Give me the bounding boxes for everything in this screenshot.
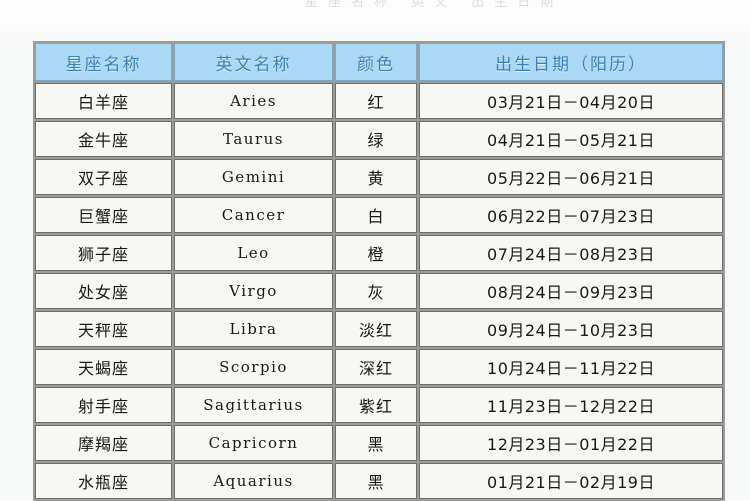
cell-zodiac-name: 白羊座 [35, 83, 172, 119]
cell-color: 淡红 [335, 311, 417, 347]
cell-english-name: Libra [174, 311, 333, 347]
cell-color: 橙 [335, 235, 417, 271]
cell-birth-date: 10月24日－11月22日 [419, 349, 723, 385]
cell-english-name: Capricorn [174, 425, 333, 461]
cell-color: 黑 [335, 463, 417, 499]
cell-zodiac-name: 水瓶座 [35, 463, 172, 499]
cell-english-name: Aries [174, 83, 333, 119]
cell-zodiac-name: 摩羯座 [35, 425, 172, 461]
table-body: 白羊座 Aries 红 03月21日－04月20日 金牛座 Taurus 绿 04月21日－0… [35, 83, 723, 499]
column-header-birth-date: 出生日期（阳历） [419, 43, 723, 81]
cell-birth-date: 05月22日－06月21日 [419, 159, 723, 195]
cell-zodiac-name: 射手座 [35, 387, 172, 423]
table-row: 双子座 Gemini 黄 05月22日－06月21日 [35, 159, 723, 195]
cell-zodiac-name: 巨蟹座 [35, 197, 172, 233]
cell-color: 紫红 [335, 387, 417, 423]
column-header-zodiac-name: 星座名称 [35, 43, 172, 81]
cell-birth-date: 04月21日－05月21日 [419, 121, 723, 157]
table-row: 射手座 Sagittarius 紫红 11月23日－12月22日 [35, 387, 723, 423]
cell-birth-date: 07月24日－08月23日 [419, 235, 723, 271]
cell-birth-date: 06月22日－07月23日 [419, 197, 723, 233]
cell-zodiac-name: 天蝎座 [35, 349, 172, 385]
table-row: 天蝎座 Scorpio 深红 10月24日－11月22日 [35, 349, 723, 385]
cell-zodiac-name: 处女座 [35, 273, 172, 309]
cell-zodiac-name: 双子座 [35, 159, 172, 195]
cell-color: 黄 [335, 159, 417, 195]
cell-color: 红 [335, 83, 417, 119]
cell-birth-date: 09月24日－10月23日 [419, 311, 723, 347]
table-row: 天秤座 Libra 淡红 09月24日－10月23日 [35, 311, 723, 347]
table-row: 白羊座 Aries 红 03月21日－04月20日 [35, 83, 723, 119]
cell-english-name: Leo [174, 235, 333, 271]
table-row: 巨蟹座 Cancer 白 06月22日－07月23日 [35, 197, 723, 233]
cell-english-name: Aquarius [174, 463, 333, 499]
cell-english-name: Sagittarius [174, 387, 333, 423]
clipped-row-artifact: 星座名称 英文 出生日期 [0, 0, 750, 10]
table-row: 金牛座 Taurus 绿 04月21日－05月21日 [35, 121, 723, 157]
cell-zodiac-name: 狮子座 [35, 235, 172, 271]
table-row: 处女座 Virgo 灰 08月24日－09月23日 [35, 273, 723, 309]
cell-english-name: Scorpio [174, 349, 333, 385]
zodiac-table: 星座名称 英文名称 颜色 出生日期（阳历） 白羊座 Aries 红 03月21日－04… [33, 41, 725, 501]
cell-english-name: Cancer [174, 197, 333, 233]
table-header: 星座名称 英文名称 颜色 出生日期（阳历） [35, 43, 723, 81]
cell-english-name: Gemini [174, 159, 333, 195]
cell-zodiac-name: 金牛座 [35, 121, 172, 157]
cell-birth-date: 12月23日－01月22日 [419, 425, 723, 461]
cell-english-name: Taurus [174, 121, 333, 157]
column-header-english-name: 英文名称 [174, 43, 333, 81]
cell-birth-date: 11月23日－12月22日 [419, 387, 723, 423]
header-row: 星座名称 英文名称 颜色 出生日期（阳历） [35, 43, 723, 81]
column-header-color: 颜色 [335, 43, 417, 81]
cell-zodiac-name: 天秤座 [35, 311, 172, 347]
cell-english-name: Virgo [174, 273, 333, 309]
cell-color: 深红 [335, 349, 417, 385]
cell-color: 灰 [335, 273, 417, 309]
cell-birth-date: 01月21日－02月19日 [419, 463, 723, 499]
table-row: 狮子座 Leo 橙 07月24日－08月23日 [35, 235, 723, 271]
cell-birth-date: 08月24日－09月23日 [419, 273, 723, 309]
table-row: 摩羯座 Capricorn 黑 12月23日－01月22日 [35, 425, 723, 461]
table-row: 水瓶座 Aquarius 黑 01月21日－02月19日 [35, 463, 723, 499]
cell-color: 白 [335, 197, 417, 233]
cell-color: 黑 [335, 425, 417, 461]
cell-birth-date: 03月21日－04月20日 [419, 83, 723, 119]
zodiac-table-container: 星座名称 英文名称 颜色 出生日期（阳历） 白羊座 Aries 红 03月21日－04… [33, 41, 725, 501]
cell-color: 绿 [335, 121, 417, 157]
clipped-row-text: 星座名称 英文 出生日期 [305, 0, 564, 10]
